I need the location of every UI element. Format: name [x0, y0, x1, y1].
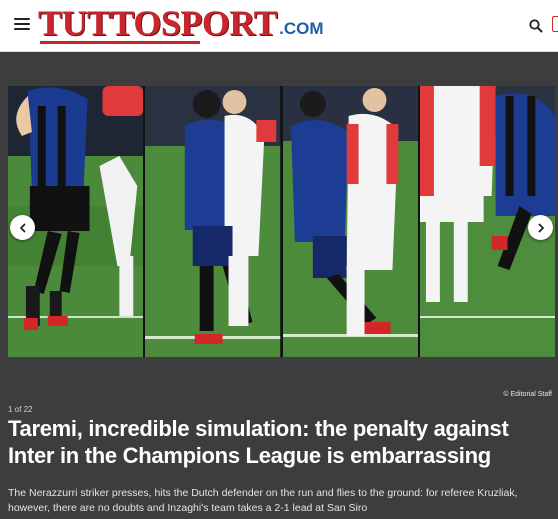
article-summary: The Nerazzurri striker presses, hits the… [8, 487, 518, 514]
logo-wordmark: TUTTOSPORT [38, 3, 278, 43]
logo-domain-suffix: .COM [279, 19, 324, 38]
hamburger-menu-icon[interactable] [14, 18, 30, 32]
chevron-right-icon [538, 223, 544, 232]
photo-credit: © Editorial Staff [503, 391, 552, 398]
search-icon[interactable] [528, 18, 544, 34]
gallery-counter: 1 of 22 [8, 405, 33, 414]
site-header: TUTTOSPORT .COM [0, 0, 558, 52]
gallery-next-button[interactable] [528, 215, 553, 240]
header-action-button[interactable] [552, 16, 558, 32]
logo-underline [40, 41, 200, 44]
site-logo[interactable]: TUTTOSPORT .COM [38, 4, 324, 48]
photo-gallery[interactable] [8, 86, 555, 357]
gallery-prev-button[interactable] [10, 215, 35, 240]
chevron-left-icon [19, 223, 25, 232]
article-title: Taremi, incredible simulation: the penal… [8, 416, 509, 468]
gallery-photo-frame-3 [282, 86, 418, 357]
gallery-photo-frame-2 [145, 86, 281, 357]
